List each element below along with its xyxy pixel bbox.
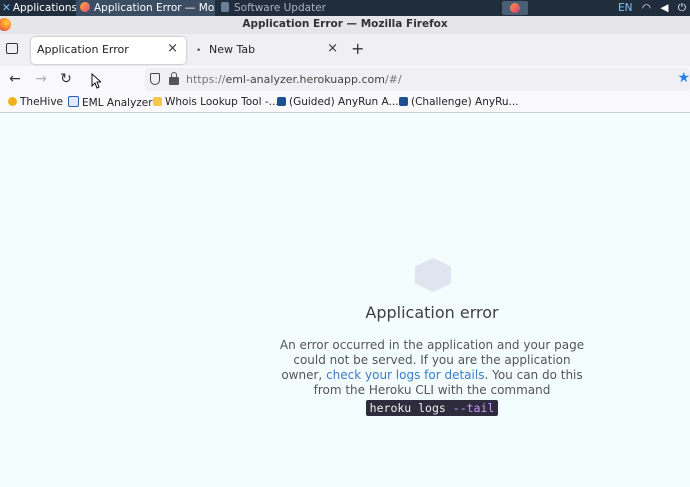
- taskbar-window-software-updater[interactable]: Software Updater: [217, 0, 327, 16]
- bookmark-guided-anyrun[interactable]: (Guided) AnyRun A...: [277, 96, 399, 108]
- taskbar-window-firefox[interactable]: Application Error — Moz...: [76, 0, 215, 16]
- bookmark-eml-analyzer[interactable]: EML Analyzer: [68, 96, 153, 109]
- tracking-protection-shield-icon[interactable]: [150, 73, 160, 85]
- system-tray: EN ◠ ◀ ⏻: [618, 0, 686, 16]
- tab-strip: Application Error × • New Tab × +: [0, 34, 690, 66]
- forward-arrow-icon[interactable]: →: [31, 69, 51, 89]
- workspace-firefox-thumbnail[interactable]: [502, 1, 528, 15]
- power-icon[interactable]: ⏻: [678, 0, 686, 16]
- error-message: An error occurred in the application and…: [279, 338, 585, 416]
- back-arrow-icon[interactable]: ←: [5, 69, 25, 89]
- applications-menu[interactable]: ✕ Applications: [0, 0, 76, 16]
- tab-indicator-icon: •: [196, 46, 202, 56]
- software-updater-icon: [221, 2, 229, 12]
- anyrun-icon: [399, 97, 408, 106]
- volume-icon[interactable]: ◀: [660, 0, 668, 16]
- keyboard-layout-indicator[interactable]: EN: [618, 0, 633, 16]
- bookmark-star-icon[interactable]: ★: [677, 70, 690, 86]
- firefox-icon: [510, 3, 520, 13]
- url-text[interactable]: https://eml-analyzer.herokuapp.com/#/: [186, 73, 402, 86]
- list-all-tabs-icon[interactable]: [6, 43, 18, 54]
- bookmark-challenge-anyrun[interactable]: (Challenge) AnyRu...: [399, 96, 519, 108]
- new-tab-plus-icon[interactable]: +: [351, 39, 364, 58]
- tab-application-error[interactable]: Application Error ×: [31, 37, 186, 64]
- url-bar[interactable]: https://eml-analyzer.herokuapp.com/#/ ★: [145, 68, 690, 91]
- page-content: Application error An error occurred in t…: [0, 113, 690, 487]
- close-tab-icon[interactable]: ×: [327, 41, 338, 56]
- bookmark-thehive[interactable]: TheHive: [8, 96, 63, 108]
- thehive-icon: [8, 97, 17, 106]
- tab-new-tab[interactable]: • New Tab ×: [191, 37, 346, 64]
- system-taskbar: ✕Applications Application Error — Moz...…: [0, 0, 690, 16]
- wifi-icon[interactable]: ◠: [642, 0, 651, 16]
- eml-analyzer-icon: [68, 96, 79, 107]
- bookmark-whois-lookup[interactable]: Whois Lookup Tool -...: [153, 96, 279, 108]
- check-logs-link[interactable]: check your logs for details: [326, 368, 484, 382]
- heroku-hexagon-icon: [415, 258, 451, 292]
- anyrun-icon: [277, 97, 286, 106]
- mouse-pointer-icon: [91, 73, 101, 89]
- close-tab-icon[interactable]: ×: [167, 41, 178, 56]
- whois-icon: [153, 97, 162, 106]
- window-titlebar: Application Error — Mozilla Firefox: [0, 16, 690, 34]
- error-title: Application error: [365, 303, 499, 322]
- heroku-command: heroku logs --tail: [365, 400, 499, 416]
- window-title: Application Error — Mozilla Firefox: [242, 18, 448, 30]
- lock-icon[interactable]: [169, 72, 179, 85]
- navigation-toolbar: ← → ↻ https://eml-analyzer.herokuapp.com…: [0, 66, 690, 93]
- bookmarks-toolbar: TheHive EML Analyzer Whois Lookup Tool -…: [0, 93, 690, 113]
- tab-label: New Tab: [209, 43, 256, 56]
- xfce-logo-icon: ✕: [2, 2, 11, 14]
- reload-icon[interactable]: ↻: [56, 69, 76, 89]
- tab-label: Application Error: [37, 43, 129, 56]
- firefox-icon: [80, 2, 90, 12]
